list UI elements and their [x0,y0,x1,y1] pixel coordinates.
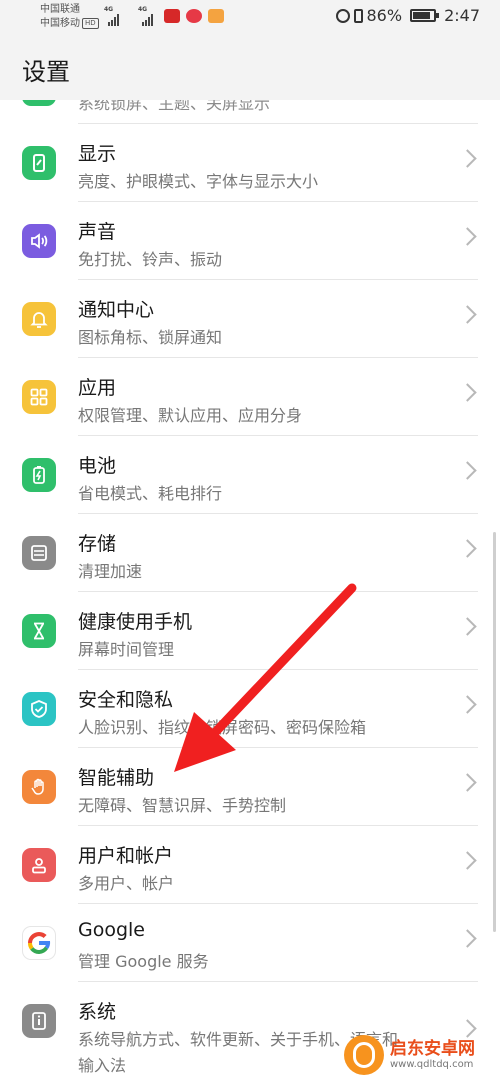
settings-list[interactable]: 系统锁屏、主题、关屏显示 显示亮度、护眼模式、字体与显示大小 声音免打扰、铃声、振… [0,100,500,1084]
google-icon [22,926,56,960]
settings-item-title: 声音 [78,221,117,243]
settings-item-subtitle: 无障碍、智慧识屏、手势控制 [78,796,287,815]
hourglass-icon [22,614,56,648]
scrollbar[interactable] [493,532,496,932]
chevron-right-icon [458,539,477,558]
app-header: 设置 [0,36,500,100]
settings-item-subtitle: 管理 Google 服务 [78,952,209,971]
settings-item[interactable]: 存储 清理加速 [0,514,500,592]
settings-item-subtitle: 免打扰、铃声、振动 [78,250,223,269]
settings-item-subtitle: 省电模式、耗电排行 [78,484,223,503]
settings-item-title: 电池 [78,455,117,477]
shield-icon [22,692,56,726]
watermark: 启东安卓网 www.qdltdq.com [344,1032,494,1078]
watermark-url: www.qdltdq.com [390,1059,474,1070]
chevron-right-icon [458,383,477,402]
settings-item[interactable]: 声音免打扰、铃声、振动 [0,202,500,280]
battery-percent: 86% [366,6,403,25]
settings-item-title: Google [78,919,146,941]
settings-item-title: 用户和帐户 [78,845,174,867]
settings-item-subtitle: 系统锁屏、主题、关屏显示 [78,100,271,113]
status-time: 2:47 [444,6,480,25]
status-bar: 中国联通 中国移动 HD 4G 4G 86% 2:47 [0,0,500,36]
notification-app-icon [164,9,180,23]
notification-app-icon [208,9,224,23]
settings-item[interactable]: Google 管理 Google 服务 [0,904,500,982]
settings-item-title: 应用 [78,377,117,399]
chevron-right-icon [458,149,477,168]
settings-item[interactable]: 健康使用手机 屏幕时间管理 [0,592,500,670]
chevron-right-icon [458,695,477,714]
settings-item-subtitle: 人脸识别、指纹、锁屏密码、密码保险箱 [78,718,367,737]
info-icon [22,1004,56,1038]
hd-badge: HD [82,18,99,29]
settings-item-title: 安全和隐私 [78,689,174,711]
chevron-right-icon [458,929,477,948]
vibrate-icon [353,8,363,23]
sound-icon [22,224,56,258]
display-icon [22,146,56,180]
chevron-right-icon [458,773,477,792]
alarm-icon [335,8,350,23]
chevron-right-icon [458,851,477,870]
settings-item[interactable]: 应用权限管理、默认应用、应用分身 [0,358,500,436]
settings-item[interactable]: 显示亮度、护眼模式、字体与显示大小 [0,124,500,202]
settings-item-subtitle: 多用户、帐户 [78,874,175,893]
page-title: 设置 [22,58,70,86]
settings-item-title: 系统 [78,1001,117,1023]
settings-item-subtitle: 权限管理、默认应用、应用分身 [78,406,303,425]
watermark-logo-icon [344,1035,384,1075]
signal-1-type: 4G [104,6,114,13]
user-icon [22,848,56,882]
settings-item-partial[interactable]: 系统锁屏、主题、关屏显示 [0,100,500,124]
settings-item[interactable]: 智能辅助无障碍、智慧识屏、手势控制 [0,748,500,826]
settings-item-title: 显示 [78,143,117,165]
settings-item-subtitle-line2: 输入法 [78,1056,127,1075]
chevron-right-icon [458,461,477,480]
carrier-1: 中国联通 [40,4,80,15]
settings-item-subtitle: 亮度、护眼模式、字体与显示大小 [78,172,319,191]
carrier-labels: 中国联通 中国移动 HD [40,3,99,31]
settings-item-title: 通知中心 [78,299,155,321]
settings-item[interactable]: 安全和隐私人脸识别、指纹、锁屏密码、密码保险箱 [0,670,500,748]
settings-item-subtitle: 清理加速 [78,562,143,581]
chevron-right-icon [458,227,477,246]
chevron-right-icon [458,305,477,324]
home-screen-icon [22,100,56,106]
settings-item-title: 智能辅助 [78,767,155,789]
watermark-name: 启东安卓网 [390,1039,475,1059]
status-right: 86% 2:47 [335,6,480,25]
settings-item[interactable]: 通知中心图标角标、锁屏通知 [0,280,500,358]
storage-icon [22,536,56,570]
notification-app-icon [186,9,202,23]
settings-item-title: 健康使用手机 [78,611,193,633]
settings-item-subtitle: 屏幕时间管理 [78,640,175,659]
bell-icon [22,302,56,336]
settings-item[interactable]: 用户和帐户多用户、帐户 [0,826,500,904]
hand-icon [22,770,56,804]
carrier-2: 中国移动 [40,18,80,29]
settings-item[interactable]: 电池省电模式、耗电排行 [0,436,500,514]
signal-2-type: 4G [138,6,148,13]
battery-icon [410,9,440,22]
apps-icon [22,380,56,414]
chevron-right-icon [458,617,477,636]
battery-icon [22,458,56,492]
settings-item-subtitle: 图标角标、锁屏通知 [78,328,223,347]
settings-item-title: 存储 [78,533,117,555]
